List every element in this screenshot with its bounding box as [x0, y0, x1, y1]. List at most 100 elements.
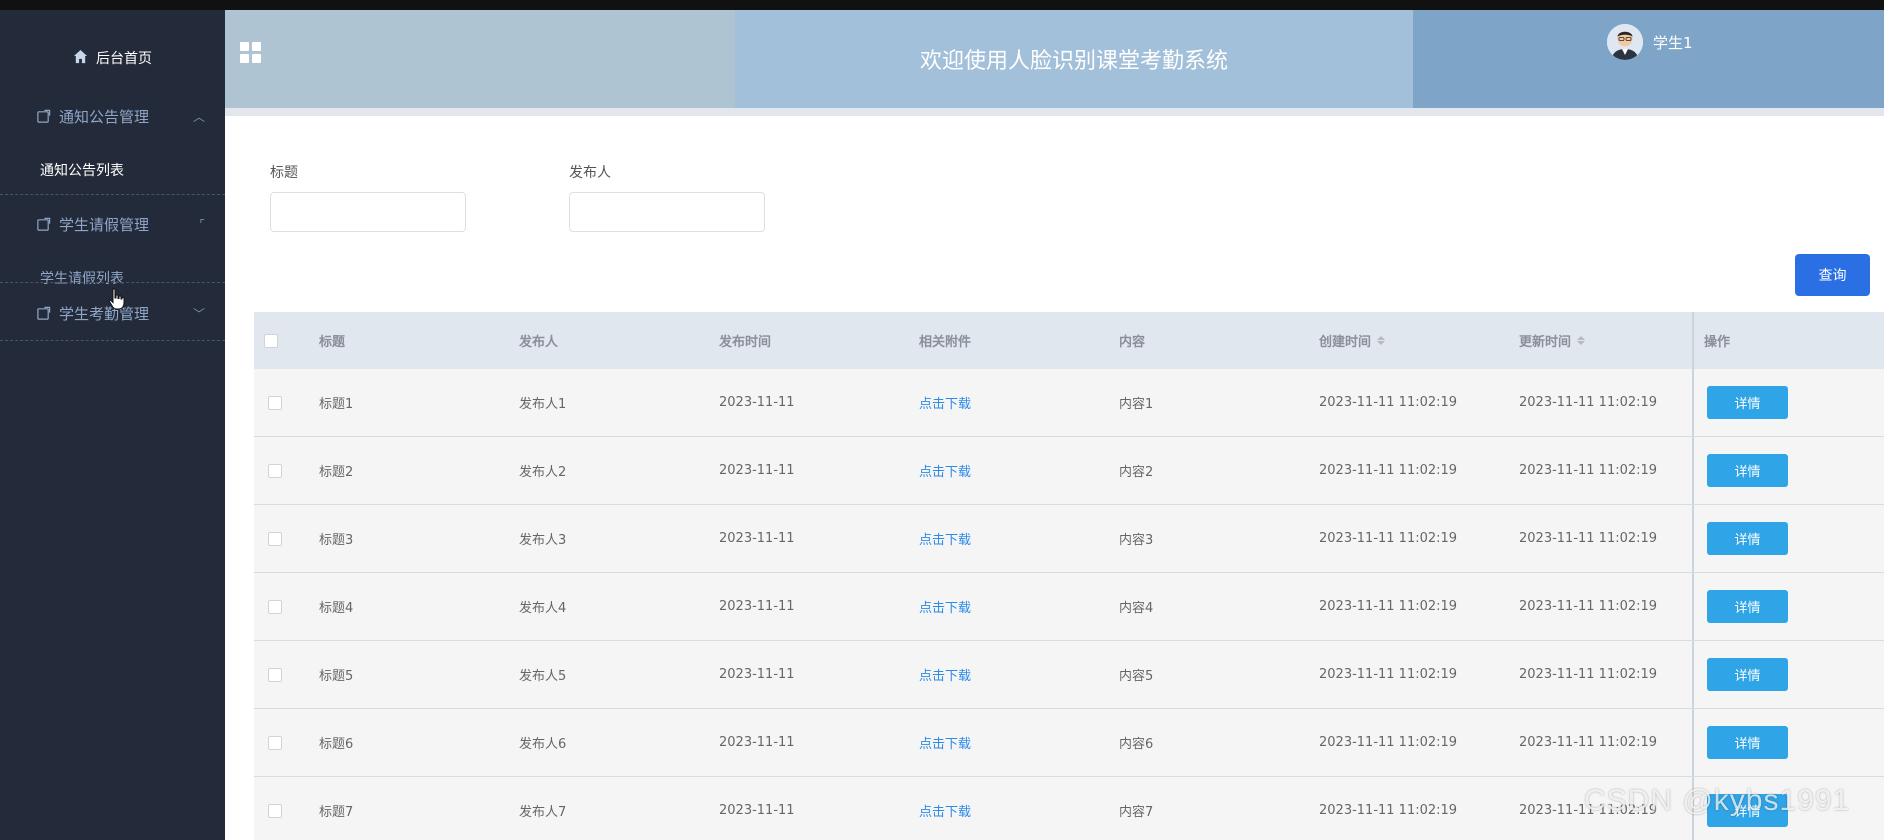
- folder-icon: [36, 217, 51, 232]
- sidebar-item-home[interactable]: 后台首页: [0, 38, 225, 78]
- sidebar: 后台首页 通知公告管理 ︿ 通知公告列表 学生请假管理 ⌜ 学生请假列表 学生考…: [0, 10, 225, 840]
- cell-publish-date: 2023-11-11: [719, 395, 795, 410]
- column-header-publish-date: 发布时间: [719, 335, 772, 350]
- detail-button[interactable]: 详情: [1707, 726, 1788, 759]
- detail-button[interactable]: 详情: [1707, 522, 1788, 555]
- cell-content: 内容6: [1119, 737, 1154, 752]
- cell-title: 标题6: [319, 737, 354, 752]
- row-checkbox[interactable]: [268, 803, 282, 818]
- detail-button[interactable]: 详情: [1707, 386, 1788, 419]
- cell-updated: 2023-11-11 11:02:19: [1519, 599, 1658, 614]
- title-filter-label: 标题: [270, 165, 298, 181]
- sidebar-group-label: 学生请假管理: [59, 215, 150, 234]
- cell-created: 2023-11-11 11:02:19: [1319, 599, 1458, 614]
- download-link[interactable]: 点击下载: [919, 709, 971, 776]
- cell-title: 标题7: [319, 805, 354, 820]
- row-checkbox[interactable]: [268, 667, 282, 682]
- column-header-content: 内容: [1119, 335, 1146, 350]
- detail-button[interactable]: 详情: [1707, 658, 1788, 691]
- download-link[interactable]: 点击下载: [919, 437, 971, 504]
- app-title: 欢迎使用人脸识别课堂考勤系统: [919, 49, 1228, 74]
- folder-icon: [36, 306, 51, 321]
- publisher-filter-label: 发布人: [569, 165, 611, 181]
- cell-created: 2023-11-11 11:02:19: [1319, 667, 1458, 682]
- cell-created: 2023-11-11 11:02:19: [1319, 803, 1458, 818]
- sidebar-item-label: 通知公告列表: [40, 163, 124, 179]
- cell-publisher: 发布人7: [519, 805, 567, 820]
- cell-content: 内容4: [1119, 601, 1154, 616]
- cell-publish-date: 2023-11-11: [719, 667, 795, 682]
- cell-created: 2023-11-11 11:02:19: [1319, 531, 1458, 546]
- chevron-corner-icon: ⌜: [199, 217, 205, 231]
- menu-grid-icon[interactable]: [240, 42, 262, 64]
- detail-button[interactable]: 详情: [1707, 590, 1788, 623]
- column-header-created[interactable]: 创建时间: [1319, 312, 1386, 369]
- title-filter-input[interactable]: [270, 192, 466, 232]
- cell-created: 2023-11-11 11:02:19: [1319, 395, 1458, 410]
- avatar: [1607, 24, 1643, 60]
- table-row: 标题6 发布人6 2023-11-11 点击下载 内容6 2023-11-11 11:02…: [254, 709, 1884, 777]
- cell-created: 2023-11-11 11:02:19: [1319, 735, 1458, 750]
- top-header: 欢迎使用人脸识别课堂考勤系统 学生1: [225, 10, 1884, 108]
- row-checkbox[interactable]: [268, 599, 282, 614]
- sidebar-item-label: 学生请假列表: [40, 271, 124, 287]
- cell-publish-date: 2023-11-11: [719, 599, 795, 614]
- table-row: 标题4 发布人4 2023-11-11 点击下载 内容4 2023-11-11 11:02…: [254, 573, 1884, 641]
- cell-publisher: 发布人3: [519, 533, 567, 548]
- cell-created: 2023-11-11 11:02:19: [1319, 463, 1458, 478]
- download-link[interactable]: 点击下载: [919, 505, 971, 572]
- cell-content: 内容5: [1119, 669, 1154, 684]
- download-link[interactable]: 点击下载: [919, 641, 971, 708]
- cell-publish-date: 2023-11-11: [719, 463, 795, 478]
- cell-updated: 2023-11-11 11:02:19: [1519, 667, 1658, 682]
- cell-content: 内容1: [1119, 397, 1154, 412]
- sidebar-group-notice[interactable]: 通知公告管理 ︿: [0, 92, 225, 140]
- username: 学生1: [1653, 33, 1693, 52]
- cell-publish-date: 2023-11-11: [719, 735, 795, 750]
- sort-icon[interactable]: [1377, 336, 1386, 345]
- cell-updated: 2023-11-11 11:02:19: [1519, 463, 1658, 478]
- column-header-publisher: 发布人: [519, 335, 559, 350]
- sort-icon[interactable]: [1577, 336, 1586, 345]
- row-checkbox[interactable]: [268, 395, 282, 410]
- select-all-checkbox[interactable]: [264, 333, 278, 348]
- divider: [0, 194, 225, 195]
- table-row: 标题3 发布人3 2023-11-11 点击下载 内容3 2023-11-11 11:02…: [254, 505, 1884, 573]
- row-checkbox[interactable]: [268, 735, 282, 750]
- cell-title: 标题2: [319, 465, 354, 480]
- cell-publisher: 发布人6: [519, 737, 567, 752]
- table-row: 标题2 发布人2 2023-11-11 点击下载 内容2 2023-11-11 11:02…: [254, 437, 1884, 505]
- cell-publisher: 发布人1: [519, 397, 567, 412]
- cell-updated: 2023-11-11 11:02:19: [1519, 531, 1658, 546]
- download-link[interactable]: 点击下载: [919, 573, 971, 640]
- sidebar-item-label: 后台首页: [96, 51, 152, 67]
- hand-cursor-icon: [108, 288, 125, 310]
- publisher-filter-input[interactable]: [569, 192, 765, 232]
- download-link[interactable]: 点击下载: [919, 777, 971, 840]
- divider: [0, 282, 225, 283]
- cell-updated: 2023-11-11 11:02:19: [1519, 735, 1658, 750]
- chevron-down-icon: ﹀: [192, 306, 205, 321]
- table-row: 标题5 发布人5 2023-11-11 点击下载 内容5 2023-11-11 11:02…: [254, 641, 1884, 709]
- query-button[interactable]: 查询: [1795, 254, 1870, 296]
- sidebar-group-label: 学生考勤管理: [59, 304, 150, 323]
- cell-publisher: 发布人4: [519, 601, 567, 616]
- cell-publisher: 发布人5: [519, 669, 567, 684]
- cell-publisher: 发布人2: [519, 465, 567, 480]
- column-header-title: 标题: [319, 335, 346, 350]
- watermark: CSDN @kybs1991: [1584, 784, 1851, 817]
- cell-updated: 2023-11-11 11:02:19: [1519, 395, 1658, 410]
- row-checkbox[interactable]: [268, 463, 282, 478]
- cell-title: 标题4: [319, 601, 354, 616]
- chevron-up-icon: ︿: [192, 109, 205, 124]
- row-checkbox[interactable]: [268, 531, 282, 546]
- top-strip: [0, 0, 1884, 10]
- cell-content: 内容7: [1119, 805, 1154, 820]
- column-header-updated[interactable]: 更新时间: [1519, 312, 1586, 369]
- sidebar-item-notice-list[interactable]: 通知公告列表: [0, 150, 225, 190]
- detail-button[interactable]: 详情: [1707, 454, 1788, 487]
- download-link[interactable]: 点击下载: [919, 369, 971, 436]
- column-header-attachment: 相关附件: [919, 335, 972, 350]
- sidebar-group-leave[interactable]: 学生请假管理 ⌜: [0, 200, 225, 248]
- user-menu[interactable]: 学生1: [1607, 24, 1693, 60]
